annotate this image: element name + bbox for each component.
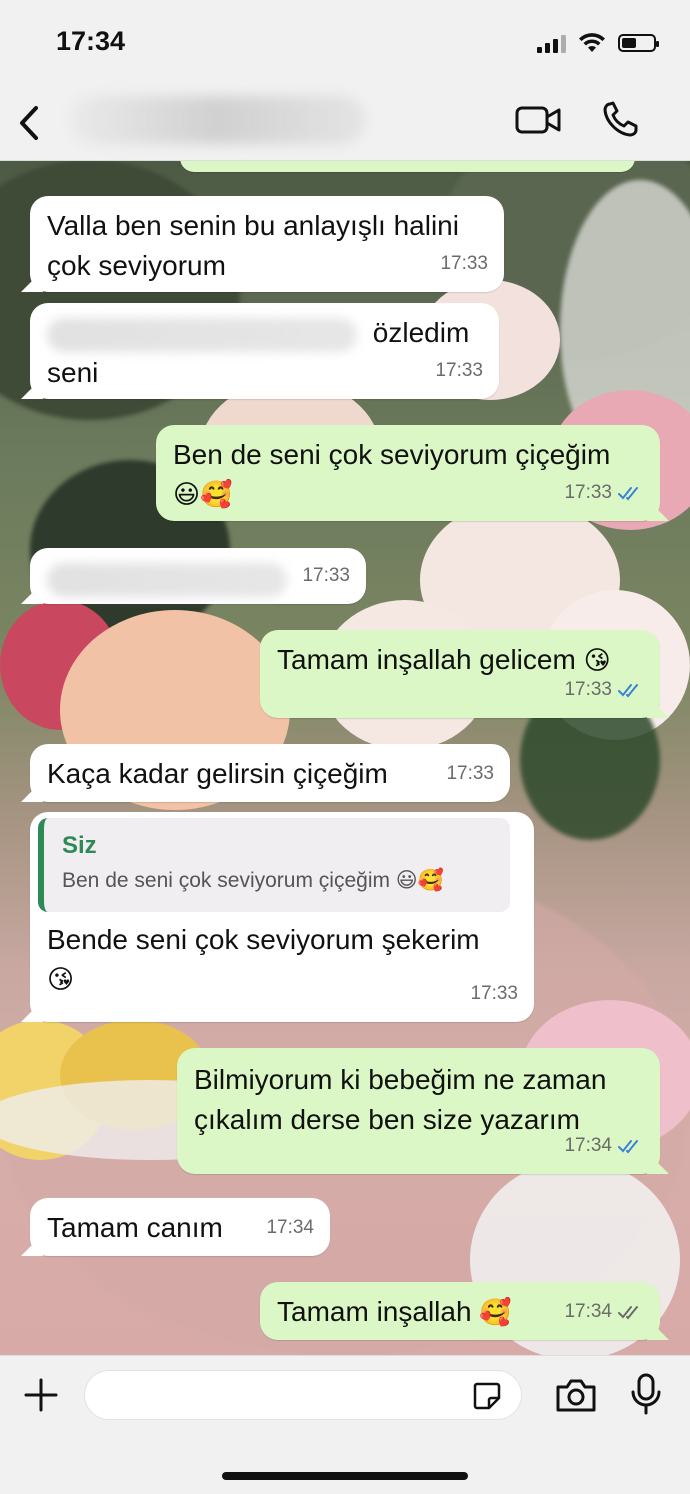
double-check-icon: [618, 1306, 638, 1320]
message-incoming[interactable]: Tamam canım 17:34: [30, 1198, 330, 1256]
message-outgoing[interactable]: Tamam inşallah gelicem 😘 17:33: [260, 630, 660, 718]
double-check-icon: [618, 684, 638, 698]
message-emoji: 🥰: [479, 1298, 512, 1328]
message-time: 17:33: [564, 482, 612, 503]
back-button[interactable]: [14, 104, 44, 142]
double-check-icon: [618, 487, 638, 501]
quoted-message[interactable]: Siz Ben de seni çok seviyorum çiçeğim 😃🥰: [38, 818, 510, 912]
message-text: Tamam inşallah: [277, 1296, 472, 1327]
voice-call-button[interactable]: [600, 100, 644, 140]
message-time: 17:34: [564, 1135, 612, 1156]
video-call-button[interactable]: [514, 100, 562, 140]
message-text: çok seviyorum: [47, 250, 226, 281]
message-time: 17:33: [302, 565, 350, 586]
message-outgoing[interactable]: Bilmiyorum ki bebeğim ne zaman çıkalım d…: [177, 1048, 660, 1174]
camera-button[interactable]: [554, 1376, 598, 1414]
message-text: özledim: [372, 317, 470, 348]
message-time: 17:34: [564, 1301, 612, 1322]
microphone-button[interactable]: [628, 1372, 664, 1416]
message-text: seni: [47, 357, 99, 388]
battery-icon: [618, 34, 659, 52]
message-time: 17:33: [564, 679, 612, 700]
message-incoming[interactable]: 17:33: [30, 548, 366, 604]
redacted-text: [47, 317, 357, 352]
home-indicator: [222, 1472, 468, 1480]
message-incoming[interactable]: Kaça kadar gelirsin çiçeğim 17:33: [30, 744, 510, 802]
message-emoji: 😘: [47, 965, 75, 995]
message-incoming[interactable]: Valla ben senin bu anlayışlı halini çok …: [30, 196, 504, 292]
wifi-icon: [579, 33, 605, 52]
quote-text: Ben de seni çok seviyorum çiçeğim 😃🥰: [62, 869, 444, 892]
message-time: 17:34: [266, 1217, 314, 1238]
chat-header: 17:34: [0, 0, 690, 161]
redacted-text: [47, 562, 287, 597]
status-time: 17:34: [56, 26, 126, 56]
message-incoming[interactable]: özledim seni 17:33: [30, 303, 499, 399]
message-text: Bilmiyorum ki bebeğim ne zaman: [194, 1064, 607, 1095]
message-text: Bende seni çok seviyorum şekerim: [47, 924, 480, 955]
quote-author: Siz: [62, 832, 97, 859]
message-input[interactable]: [84, 1370, 522, 1420]
message-composer: [0, 1355, 690, 1494]
message-text: Tamam canım: [47, 1212, 223, 1243]
message-text: Kaça kadar gelirsin çiçeğim: [47, 758, 388, 789]
attach-plus-button[interactable]: [22, 1376, 60, 1414]
message-incoming-reply[interactable]: Siz Ben de seni çok seviyorum çiçeğim 😃🥰…: [30, 812, 534, 1022]
message-outgoing[interactable]: Tamam inşallah 🥰 17:34: [260, 1282, 660, 1340]
message-time: 17:33: [470, 983, 518, 1004]
message-outgoing[interactable]: Ben de seni çok seviyorum çiçeğim 😃🥰 17:…: [156, 425, 660, 521]
contact-name-redacted[interactable]: [70, 96, 365, 144]
double-check-icon: [618, 1140, 638, 1154]
message-time: 17:33: [440, 253, 488, 274]
message-text: Valla ben senin bu anlayışlı halini: [47, 210, 459, 241]
message-time: 17:33: [435, 360, 483, 381]
cellular-signal-icon: [537, 33, 566, 53]
message-text: Ben de seni çok seviyorum çiçeğim: [173, 439, 611, 470]
message-time: 17:33: [446, 763, 494, 784]
status-icons: [537, 32, 659, 54]
sticker-button[interactable]: [471, 1380, 503, 1412]
message-text: Tamam inşallah gelicem: [277, 644, 576, 675]
